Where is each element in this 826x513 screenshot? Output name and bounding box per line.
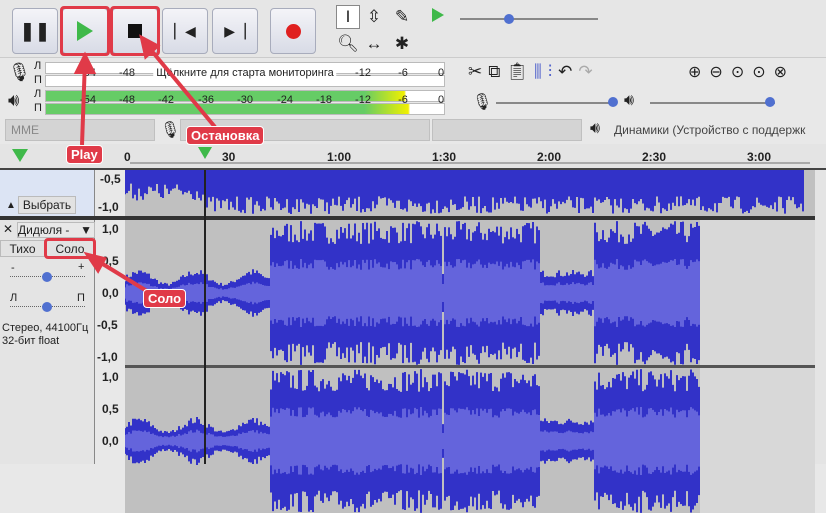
stop-annotation: Остановка — [186, 126, 265, 145]
solo-annotation: Соло — [143, 289, 187, 308]
annotation-arrows — [73, 34, 217, 295]
play-annotation: Play — [66, 145, 103, 164]
